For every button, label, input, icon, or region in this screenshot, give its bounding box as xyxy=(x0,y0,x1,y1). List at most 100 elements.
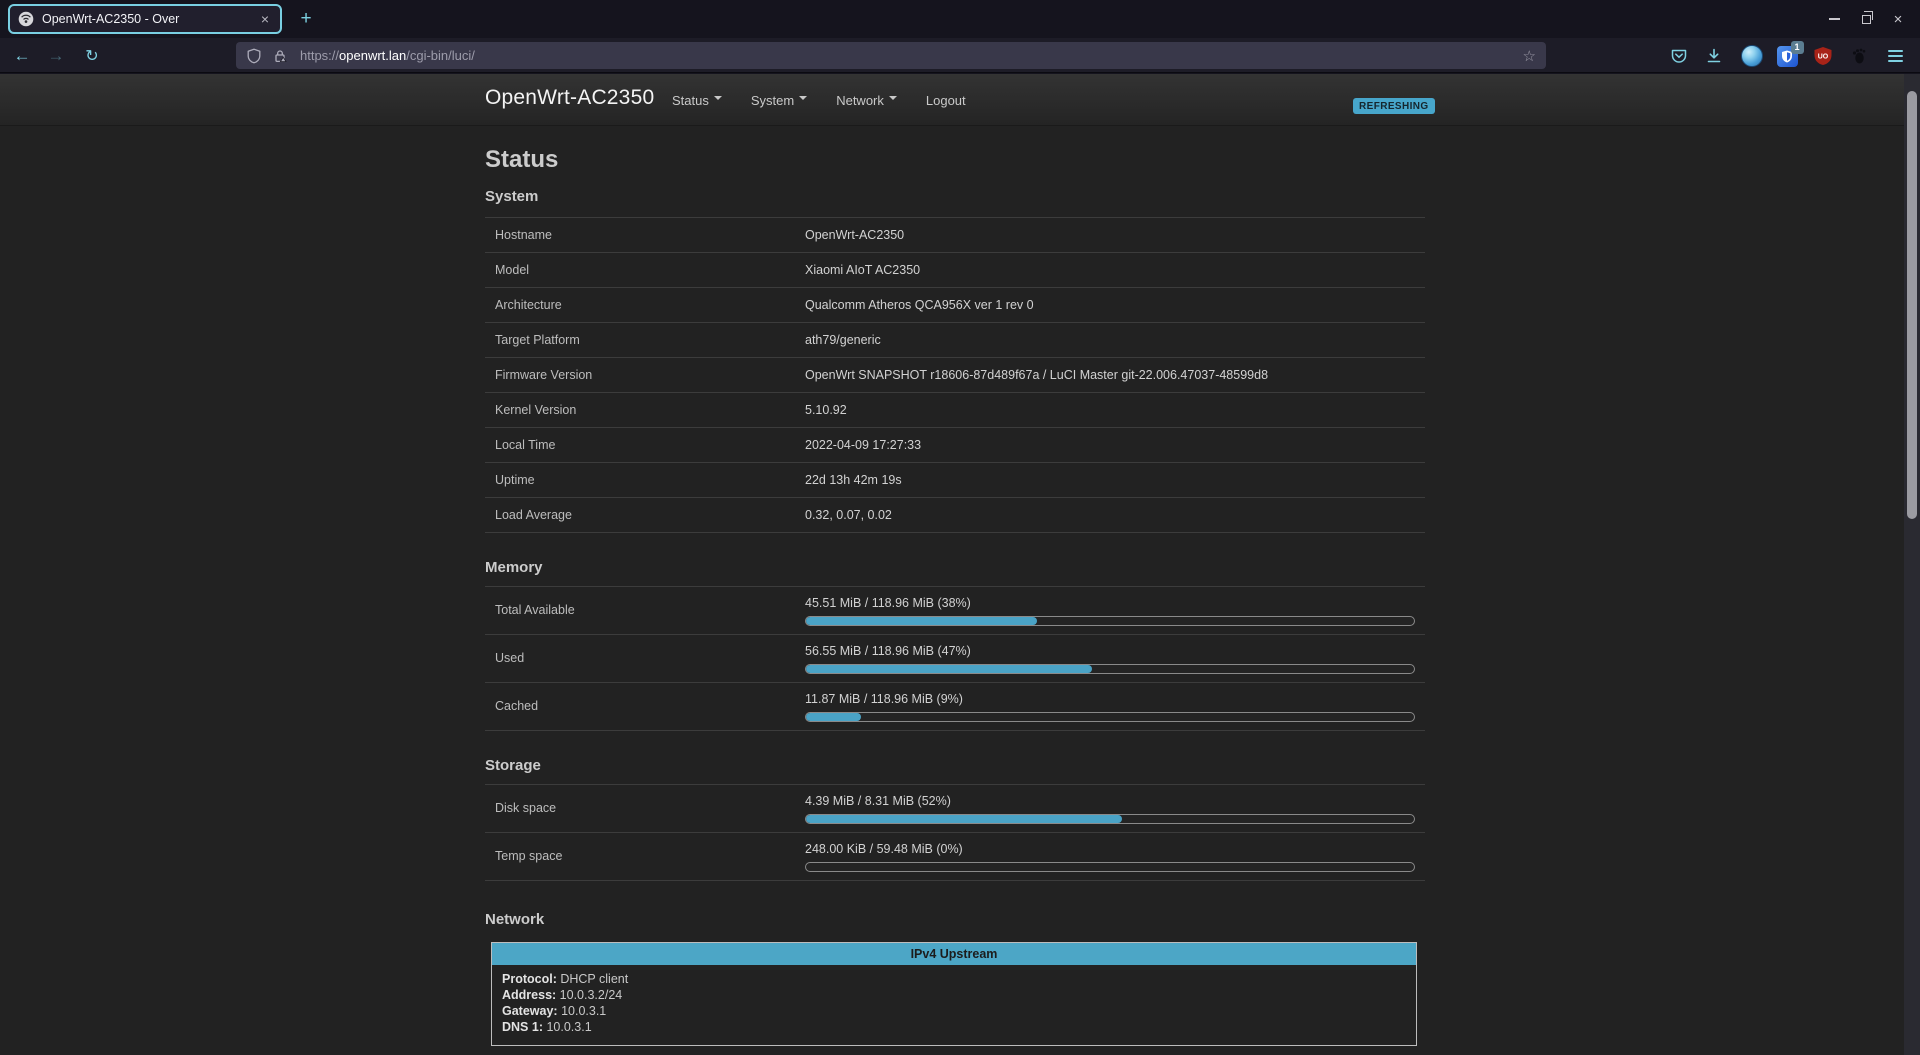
network-field: Address: 10.0.3.2/24 xyxy=(502,987,1406,1003)
section-system: System Hostname OpenWrt-AC2350 Model Xiaom… xyxy=(485,188,1425,533)
url-bar[interactable]: https://openwrt.lan/cgi-bin/luci/ ☆ xyxy=(236,42,1546,69)
progress-cell: 248.00 KiB / 59.48 MiB (0%) xyxy=(805,840,1415,872)
network-field: Gateway: 10.0.3.1 xyxy=(502,1003,1406,1019)
system-table: Hostname OpenWrt-AC2350 Model Xiaomi AIoT … xyxy=(485,217,1425,533)
hamburger-icon xyxy=(1887,49,1903,63)
table-row: Local Time 2022-04-09 17:27:33 xyxy=(485,428,1425,463)
row-value: 5.10.92 xyxy=(805,403,847,417)
minimize-button[interactable] xyxy=(1818,0,1850,38)
field-value: 10.0.3.1 xyxy=(561,1004,607,1018)
tracking-shield-icon[interactable] xyxy=(246,48,262,64)
restore-button[interactable] xyxy=(1850,0,1882,38)
row-label: Target Platform xyxy=(495,333,580,347)
url-text: https://openwrt.lan/cgi-bin/luci/ xyxy=(300,48,1523,63)
tab-close-icon[interactable]: × xyxy=(258,10,272,28)
url-domain: openwrt.lan xyxy=(339,48,407,63)
close-button[interactable]: × xyxy=(1882,0,1914,38)
row-value: 2022-04-09 17:27:33 xyxy=(805,438,922,452)
progress-fill xyxy=(806,665,1092,673)
progress-bar xyxy=(805,862,1415,872)
memory-table: Total Available 45.51 MiB / 118.96 MiB (… xyxy=(485,586,1425,731)
network-heading: Network xyxy=(485,911,545,928)
progress-bar xyxy=(805,712,1415,722)
system-heading: System xyxy=(485,188,539,205)
svg-text:UO: UO xyxy=(1818,54,1829,61)
row-label: Temp space xyxy=(495,849,563,863)
nav-status-label: Status xyxy=(672,92,709,108)
progress-cell: 45.51 MiB / 118.96 MiB (38%) xyxy=(805,594,1415,626)
field-value: 10.0.3.1 xyxy=(546,1020,592,1034)
row-label: Hostname xyxy=(495,228,552,242)
refreshing-badge: REFRESHING xyxy=(1353,98,1435,114)
storage-table: Disk space 4.39 MiB / 8.31 MiB (52%) Tem… xyxy=(485,784,1425,881)
menu-button[interactable] xyxy=(1882,43,1908,69)
reload-button[interactable]: ↻ xyxy=(78,42,106,69)
minimize-icon xyxy=(1828,18,1840,20)
progress-text: 56.55 MiB / 118.96 MiB (47%) xyxy=(805,644,971,658)
storage-heading: Storage xyxy=(485,757,541,774)
bitwarden-extension-icon[interactable]: 1 xyxy=(1774,40,1804,69)
downloads-icon[interactable] xyxy=(1701,43,1727,69)
pocket-icon[interactable] xyxy=(1666,43,1692,69)
progress-cell: 4.39 MiB / 8.31 MiB (52%) xyxy=(805,792,1415,824)
row-label: Firmware Version xyxy=(495,368,593,382)
row-label: Cached xyxy=(495,699,539,713)
row-value: OpenWrt-AC2350 xyxy=(805,228,905,242)
table-row: Architecture Qualcomm Atheros QCA956X ver… xyxy=(485,288,1425,323)
table-row: Total Available 45.51 MiB / 118.96 MiB (… xyxy=(485,587,1425,635)
nav-system[interactable]: System xyxy=(750,92,808,108)
gnome-foot-extension-icon[interactable] xyxy=(1846,43,1872,69)
row-label: Total Available xyxy=(495,603,575,617)
table-row: Disk space 4.39 MiB / 8.31 MiB (52%) xyxy=(485,785,1425,833)
row-label: Load Average xyxy=(495,508,572,522)
nav-network[interactable]: Network xyxy=(836,93,897,108)
lock-warning-icon[interactable] xyxy=(272,48,288,64)
avatar-image xyxy=(1741,45,1763,67)
browser-tab[interactable]: OpenWrt-AC2350 - Over × xyxy=(8,4,282,34)
tab-bar: OpenWrt-AC2350 - Over × + × xyxy=(0,0,1920,38)
section-network: Network IPv4 Upstream Protocol: DHCP cli… xyxy=(485,911,1425,1046)
row-label: Kernel Version xyxy=(495,403,577,417)
nav-logout[interactable]: Logout xyxy=(926,93,966,108)
network-field: Protocol: DHCP client xyxy=(502,971,1406,987)
memory-heading: Memory xyxy=(485,559,543,576)
chevron-down-icon xyxy=(888,95,897,104)
chevron-down-icon xyxy=(799,95,808,104)
scrollbar-track[interactable] xyxy=(1904,74,1920,1055)
field-label: DNS 1: xyxy=(502,1020,543,1034)
page-content: Status System Hostname OpenWrt-AC2350 Mod… xyxy=(485,126,1425,1046)
nav-status[interactable]: Status xyxy=(672,93,722,108)
account-avatar[interactable] xyxy=(1739,43,1765,69)
url-path: /cgi-bin/luci/ xyxy=(406,48,475,63)
row-label: Architecture xyxy=(495,298,562,312)
row-label: Local Time xyxy=(495,438,556,452)
progress-text: 248.00 KiB / 59.48 MiB (0%) xyxy=(805,842,963,856)
ublock-extension-icon[interactable]: UO xyxy=(1810,43,1836,69)
tab-title: OpenWrt-AC2350 - Over xyxy=(42,12,180,26)
scrollbar-thumb[interactable] xyxy=(1907,91,1917,519)
browser-toolbar: ← → ↻ https://openwrt.lan/cgi-bin/luci/ … xyxy=(0,38,1920,73)
table-row: Cached 11.87 MiB / 118.96 MiB (9%) xyxy=(485,683,1425,731)
row-label: Used xyxy=(495,651,525,665)
brand-title[interactable]: OpenWrt-AC2350 xyxy=(485,86,654,110)
back-button[interactable]: ← xyxy=(8,42,36,69)
nav-system-label: System xyxy=(750,92,795,108)
network-field: DNS 1: 10.0.3.1 xyxy=(502,1019,1406,1035)
page-viewport: OpenWrt-AC2350 Status System Network Log… xyxy=(0,74,1920,1055)
ipv4-upstream-body: Protocol: DHCP client Address: 10.0.3.2/… xyxy=(492,965,1416,1045)
new-tab-button[interactable]: + xyxy=(292,5,320,33)
field-value: 10.0.3.2/24 xyxy=(559,988,623,1002)
page-title: Status xyxy=(485,146,559,173)
browser-window: OpenWrt-AC2350 - Over × + × ← → ↻ https:… xyxy=(0,0,1920,1055)
progress-text: 11.87 MiB / 118.96 MiB (9%) xyxy=(805,692,963,706)
table-row: Target Platform ath79/generic xyxy=(485,323,1425,358)
row-value: Xiaomi AIoT AC2350 xyxy=(805,263,921,277)
forward-button[interactable]: → xyxy=(42,42,70,69)
bitwarden-shield-icon: 1 xyxy=(1776,40,1804,67)
field-value: DHCP client xyxy=(560,972,629,986)
chevron-down-icon xyxy=(713,95,722,104)
bookmark-star-icon[interactable]: ☆ xyxy=(1523,47,1536,65)
progress-fill xyxy=(806,617,1038,625)
section-storage: Storage Disk space 4.39 MiB / 8.31 MiB (… xyxy=(485,757,1425,881)
ipv4-upstream-header: IPv4 Upstream xyxy=(492,943,1416,965)
